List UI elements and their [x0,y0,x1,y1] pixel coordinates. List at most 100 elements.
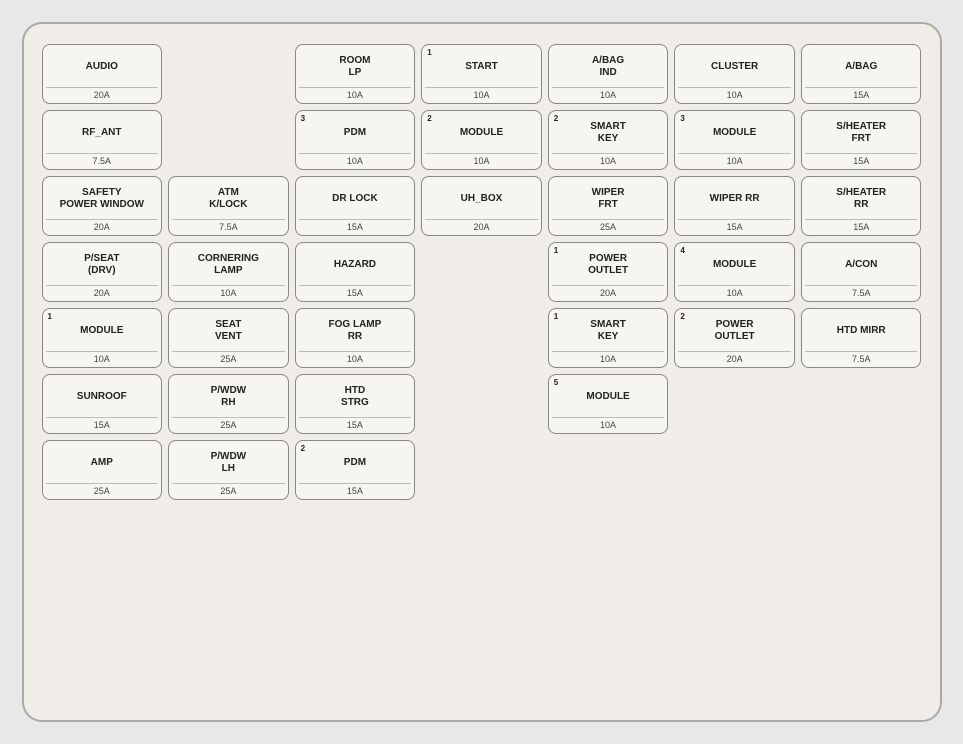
fuse-item-dr-lock: DR LOCK15A [295,176,416,236]
fuse-item-seat-vent: SEATVENT25A [168,308,289,368]
fuse-item-smart-key2: 2 SMARTKEY 10A [548,110,669,170]
fuse-cell-dr-lock: DR LOCK15A [295,176,416,236]
fuse-sup-module5: 5 [554,378,558,387]
fuse-amp-atm-klock: 7.5A [172,219,285,232]
fuse-sup-pdm3: 3 [301,114,305,123]
fuse-cell-power-outlet2: 2POWEROUTLET20A [674,308,795,368]
fuse-amp-hazard: 15A [299,285,412,298]
fuse-item-smart-key1: 1SMARTKEY10A [548,308,669,368]
fuse-item-amp: AMP 25A [42,440,163,500]
fuse-label-cluster: CLUSTER [711,50,758,84]
fuse-sup-module1: 1 [48,312,52,321]
fuse-item-a-con: A/CON7.5A [801,242,922,302]
fuse-item-module2: 2 MODULE 10A [421,110,542,170]
fuse-amp-module1: 10A [46,351,159,364]
fuse-cell-sunroof: SUNROOF 15A [42,374,163,434]
fuse-amp-htd-mirr: 7.5A [805,351,918,364]
fuse-sup-power-outlet1: 1 [554,246,558,255]
fuse-label-abag-ind: A/BAGIND [592,50,624,84]
empty-cell-r7c4 [421,440,542,500]
fuse-amp-amp: 25A [46,483,159,496]
fuse-amp-uh-box: 20A [425,219,538,232]
fuse-sup-pdm2: 2 [301,444,305,453]
fuse-item-atm-klock: ATMK/LOCK 7.5A [168,176,289,236]
fuse-sup-power-outlet2: 2 [680,312,684,321]
fuse-cell-abag: A/BAG15A [801,44,922,104]
fuse-amp-start: 10A [425,87,538,100]
fuse-amp-module3: 10A [678,153,791,166]
fuse-cell-pwdw-lh: P/WDWLH25A [168,440,289,500]
fuse-cell-htd-mirr: HTD MIRR 7.5A [801,308,922,368]
fuse-cell-wiper-frt: WIPERFRT25A [548,176,669,236]
fuse-item-start: 1START10A [421,44,542,104]
fuse-amp-rf-ant: 7.5A [46,153,159,166]
fuse-item-sheater-frt: S/HEATERFRT15A [801,110,922,170]
fuse-label-amp: AMP [91,446,113,480]
fuse-label-start: START [465,50,498,84]
fuse-label-dr-lock: DR LOCK [332,182,378,216]
fuse-cell-amp: AMP 25A [42,440,163,500]
fuse-amp-pwdw-lh: 25A [172,483,285,496]
fuse-amp-cornering: 10A [172,285,285,298]
empty-cell-r1c2 [168,44,289,104]
fuse-amp-a-con: 7.5A [805,285,918,298]
fuse-amp-module2: 10A [425,153,538,166]
fuse-item-power-outlet1: 1POWEROUTLET20A [548,242,669,302]
fuse-label-fog-lamp-rr: FOG LAMPRR [329,314,382,348]
empty-cell-r6c4 [421,374,542,434]
fuse-cell-rf-ant: RF_ANT7.5A [42,110,163,170]
empty-cell-r4c4 [421,242,542,302]
fuse-amp-smart-key2: 10A [552,153,665,166]
fuse-label-module2: MODULE [460,116,503,150]
fuse-label-module4: MODULE [713,248,756,282]
fuse-amp-sheater-rr: 15A [805,219,918,232]
fuse-label-sheater-frt: S/HEATERFRT [836,116,886,150]
fuse-item-power-outlet2: 2POWEROUTLET20A [674,308,795,368]
fuse-cell-pseat-drv: P/SEAT(DRV)20A [42,242,163,302]
fuse-label-smart-key2: SMARTKEY [590,116,626,150]
fuse-label-pdm3: PDM [344,116,366,150]
fuse-cell-start: 1START10A [421,44,542,104]
fuse-label-htd-mirr: HTD MIRR [837,314,886,348]
fuse-amp-wiper-frt: 25A [552,219,665,232]
fuse-cell-safety-pw: SAFETYPOWER WINDOW 20A [42,176,163,236]
fuse-item-module1: 1MODULE10A [42,308,163,368]
fuse-label-pseat-drv: P/SEAT(DRV) [84,248,119,282]
fuse-amp-pdm2: 15A [299,483,412,496]
fuse-label-seat-vent: SEATVENT [215,314,242,348]
fuse-cell-htd-strg: HTDSTRG15A [295,374,416,434]
fuse-amp-cluster: 10A [678,87,791,100]
fuse-item-safety-pw: SAFETYPOWER WINDOW 20A [42,176,163,236]
fuse-cell-pdm3: 3 PDM 10A [295,110,416,170]
fuse-sup-smart-key2: 2 [554,114,558,123]
fuse-cell-smart-key2: 2 SMARTKEY 10A [548,110,669,170]
fuse-cell-module1: 1MODULE10A [42,308,163,368]
fuse-cell-room-lp: ROOMLP10A [295,44,416,104]
fuse-item-pwdw-rh: P/WDWRH25A [168,374,289,434]
fuse-label-atm-klock: ATMK/LOCK [209,182,247,216]
fuse-label-power-outlet1: POWEROUTLET [588,248,628,282]
fuse-label-safety-pw: SAFETYPOWER WINDOW [60,182,144,216]
fuse-amp-module5: 10A [552,417,665,430]
fuse-item-pwdw-lh: P/WDWLH25A [168,440,289,500]
empty-cell-r6c7 [801,374,922,434]
fuse-cell-sheater-rr: S/HEATERRR15A [801,176,922,236]
fuse-amp-sunroof: 15A [46,417,159,430]
fuse-amp-audio: 20A [46,87,159,100]
fuse-cell-hazard: HAZARD15A [295,242,416,302]
fuse-cell-a-con: A/CON7.5A [801,242,922,302]
fuse-amp-htd-strg: 15A [299,417,412,430]
fuse-amp-pdm3: 10A [299,153,412,166]
fuse-cell-pdm2: 2PDM15A [295,440,416,500]
fuse-label-sunroof: SUNROOF [77,380,127,414]
fuse-item-wiper-rr: WIPER RR15A [674,176,795,236]
fuse-cell-module3: 3MODULE10A [674,110,795,170]
fuse-item-hazard: HAZARD15A [295,242,416,302]
fuse-cell-seat-vent: SEATVENT25A [168,308,289,368]
fuse-amp-smart-key1: 10A [552,351,665,364]
fuse-sup-module2: 2 [427,114,431,123]
fuse-amp-fog-lamp-rr: 10A [299,351,412,364]
fuse-label-uh-box: UH_BOX [461,182,503,216]
fuse-amp-pwdw-rh: 25A [172,417,285,430]
fuse-amp-safety-pw: 20A [46,219,159,232]
